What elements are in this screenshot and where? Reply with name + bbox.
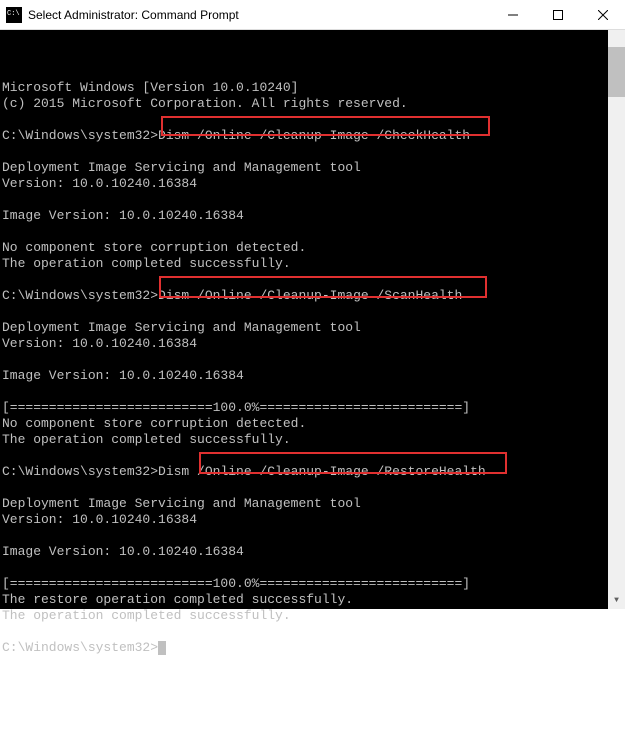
- window-title: Select Administrator: Command Prompt: [28, 8, 490, 22]
- copyright-line: (c) 2015 Microsoft Corporation. All righ…: [2, 96, 408, 111]
- output-line: The restore operation completed successf…: [2, 592, 353, 607]
- output-line: Deployment Image Servicing and Managemen…: [2, 160, 361, 175]
- close-button[interactable]: [580, 0, 625, 29]
- window-titlebar: Select Administrator: Command Prompt: [0, 0, 625, 30]
- command-restorehealth: Dism /Online /Cleanup-Image /RestoreHeal…: [158, 464, 486, 479]
- minimize-button[interactable]: [490, 0, 535, 29]
- output-line: Image Version: 10.0.10240.16384: [2, 368, 244, 383]
- scroll-down-arrow[interactable]: ▼: [608, 592, 625, 609]
- maximize-button[interactable]: [535, 0, 580, 29]
- output-line: Deployment Image Servicing and Managemen…: [2, 496, 361, 511]
- text-cursor: [158, 641, 166, 655]
- output-line: The operation completed successfully.: [2, 608, 291, 623]
- progress-bar-text: [==========================100.0%=======…: [2, 400, 470, 415]
- output-line: No component store corruption detected.: [2, 416, 306, 431]
- scroll-thumb[interactable]: [608, 47, 625, 97]
- output-line: No component store corruption detected.: [2, 240, 306, 255]
- prompt: C:\Windows\system32>: [2, 640, 158, 655]
- prompt: C:\Windows\system32>: [2, 128, 158, 143]
- terminal-area[interactable]: Microsoft Windows [Version 10.0.10240] (…: [0, 30, 625, 609]
- app-icon: [6, 7, 22, 23]
- prompt: C:\Windows\system32>: [2, 288, 158, 303]
- output-line: Deployment Image Servicing and Managemen…: [2, 320, 361, 335]
- command-scanhealth: Dism /Online /Cleanup-Image /ScanHealth: [158, 288, 462, 303]
- output-line: Version: 10.0.10240.16384: [2, 176, 197, 191]
- output-line: The operation completed successfully.: [2, 432, 291, 447]
- terminal-content: Microsoft Windows [Version 10.0.10240] (…: [2, 64, 625, 704]
- output-line: Version: 10.0.10240.16384: [2, 336, 197, 351]
- prompt: C:\Windows\system32>: [2, 464, 158, 479]
- command-checkhealth: Dism /Online /Cleanup-Image /CheckHealth: [158, 128, 470, 143]
- output-line: Version: 10.0.10240.16384: [2, 512, 197, 527]
- output-line: The operation completed successfully.: [2, 256, 291, 271]
- os-version-line: Microsoft Windows [Version 10.0.10240]: [2, 80, 298, 95]
- output-line: Image Version: 10.0.10240.16384: [2, 544, 244, 559]
- window-controls: [490, 0, 625, 29]
- progress-bar-text: [==========================100.0%=======…: [2, 576, 470, 591]
- vertical-scrollbar[interactable]: ▲ ▼: [608, 30, 625, 609]
- output-line: Image Version: 10.0.10240.16384: [2, 208, 244, 223]
